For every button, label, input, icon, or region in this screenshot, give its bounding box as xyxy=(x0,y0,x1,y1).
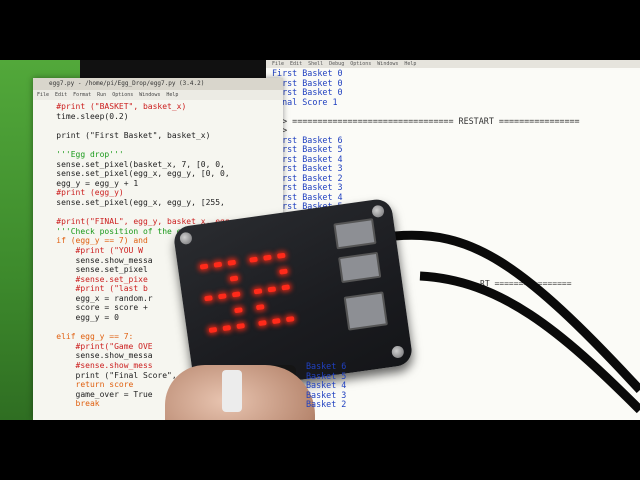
led-pixel xyxy=(227,259,237,266)
led-pixel xyxy=(229,275,239,282)
letterbox-top xyxy=(0,0,640,60)
led-pixel xyxy=(255,304,265,311)
shell-output-lower: Basket 6 Basket 5 Basket 4 Basket 3 Basket 2 xyxy=(306,361,347,410)
led-pixel xyxy=(285,316,295,323)
led-pixel xyxy=(276,252,286,259)
led-pixel xyxy=(236,323,245,330)
led-pixel xyxy=(267,286,277,293)
led-pixel xyxy=(213,261,223,268)
shell-line: Basket 2 xyxy=(306,399,347,409)
ethernet-port xyxy=(343,291,388,331)
led-pixel xyxy=(258,319,267,327)
led-pixel xyxy=(272,318,281,325)
screw xyxy=(391,345,405,359)
photo-frame: File Edit Shell Debug Options Windows Help Fir… xyxy=(0,0,640,480)
led-pixel xyxy=(253,288,263,295)
screw xyxy=(179,231,193,246)
usb-plug-white xyxy=(222,370,242,412)
led-pixel xyxy=(263,254,272,261)
screw xyxy=(371,204,385,219)
led-pixel xyxy=(218,293,227,300)
led-pixel xyxy=(281,284,291,291)
led-pixel xyxy=(204,295,213,302)
led-pixel xyxy=(234,307,243,314)
led-matrix-display xyxy=(199,252,304,356)
led-pixel xyxy=(208,326,218,334)
led-pixel xyxy=(222,324,232,332)
led-pixel xyxy=(279,268,288,275)
letterbox-bottom xyxy=(0,420,640,480)
usb-port xyxy=(333,218,377,250)
led-pixel xyxy=(249,256,258,263)
led-pixel xyxy=(231,291,241,298)
usb-port xyxy=(338,251,382,284)
led-pixel xyxy=(199,263,209,270)
